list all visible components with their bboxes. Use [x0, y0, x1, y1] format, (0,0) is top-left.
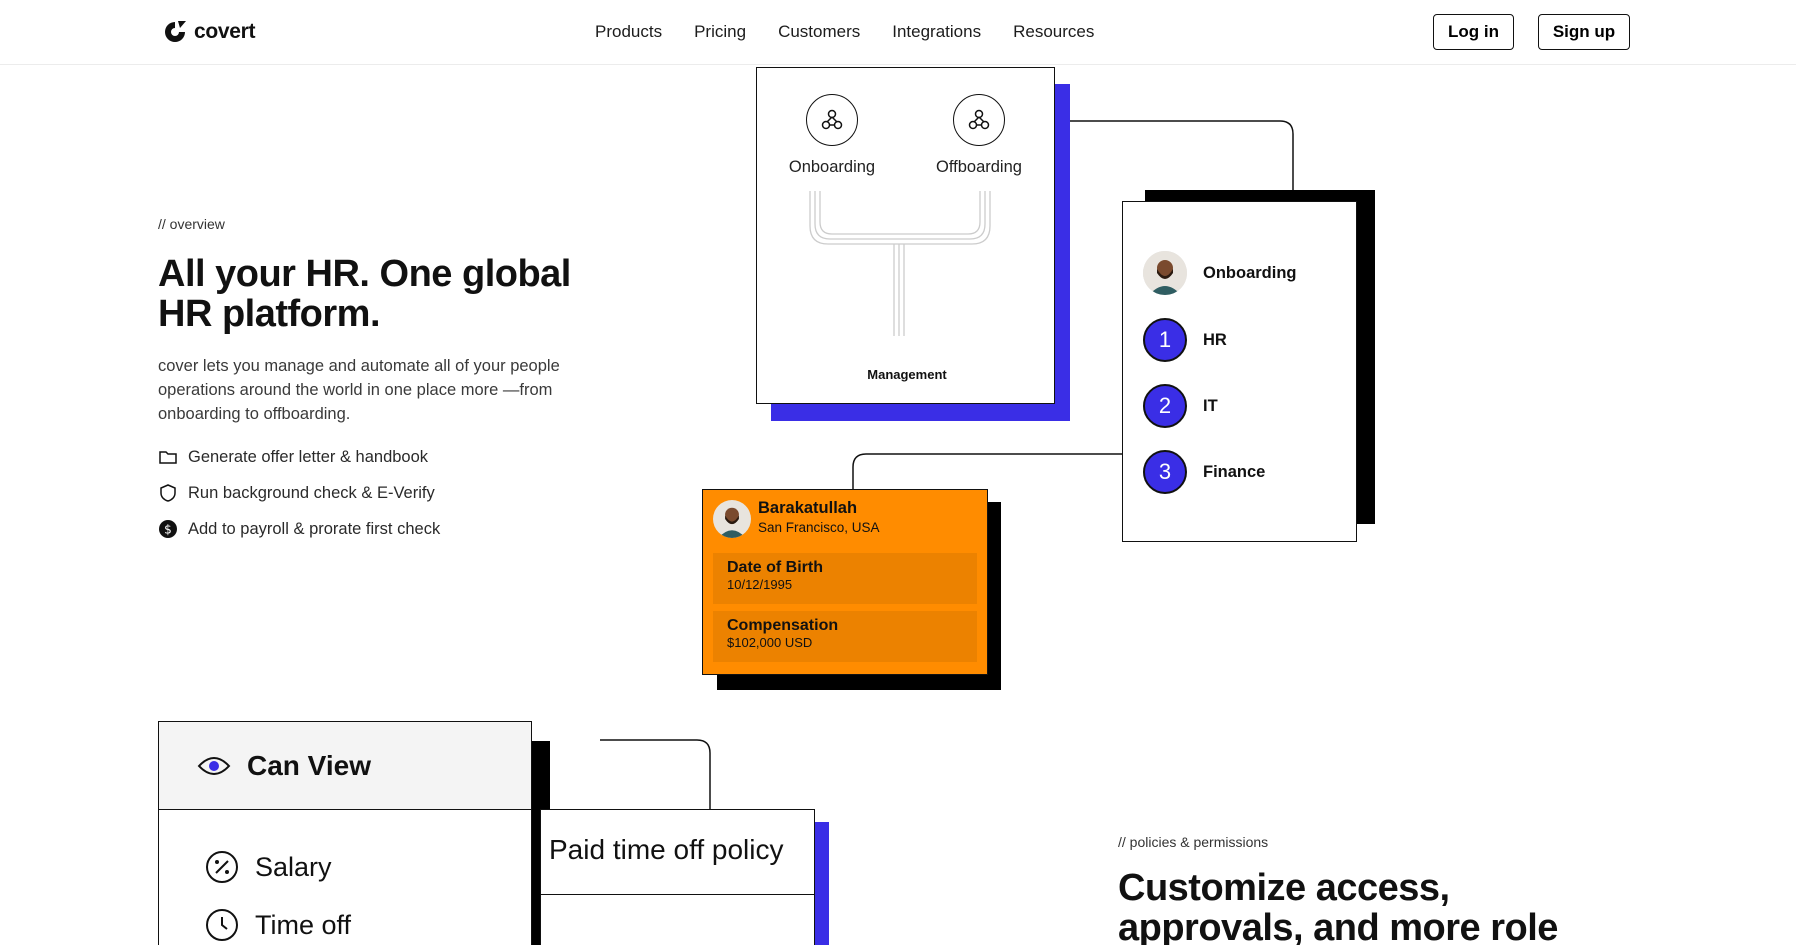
step-number: 3: [1143, 450, 1187, 494]
employee-location: San Francisco, USA: [758, 520, 880, 535]
clock-icon: [206, 909, 238, 941]
step-item: 3 Finance: [1143, 450, 1265, 494]
policy-title: Paid time off policy: [549, 834, 784, 865]
step-number: 2: [1143, 384, 1187, 428]
compensation-label: Compensation: [727, 617, 839, 634]
step-item: 1 HR: [1143, 318, 1227, 362]
step-label: IT: [1203, 396, 1218, 415]
permission-label: Salary: [255, 851, 332, 882]
workflow-right-label: Offboarding: [936, 158, 1022, 176]
card-shadow: [815, 822, 829, 945]
step-item: 2 IT: [1143, 384, 1218, 428]
workflow-bottom-label: Management: [867, 367, 947, 382]
step-label: Finance: [1203, 462, 1266, 481]
dob-label: Date of Birth: [727, 559, 823, 576]
eye-icon: [197, 756, 231, 775]
workflow-icon: [953, 94, 1005, 146]
step-number: 1: [1143, 318, 1187, 362]
workflow-lines: [809, 191, 991, 336]
permissions-card: Can View Salary Time off: [158, 721, 532, 945]
step-header-label: Onboarding: [1203, 263, 1297, 282]
permissions-header: Can View: [159, 722, 531, 810]
percent-icon: [206, 851, 238, 883]
section-title: Customize access, approvals, and more ro…: [1118, 867, 1558, 945]
step-label: HR: [1203, 330, 1227, 349]
permission-label: Time off: [255, 909, 352, 940]
workflow-left-label: Onboarding: [788, 158, 876, 176]
section-eyebrow: // policies & permissions: [1118, 834, 1269, 850]
compensation-field: Compensation $102,000 USD: [713, 611, 977, 662]
dob-field: Date of Birth 10/12/1995: [713, 553, 977, 604]
workflow-icon: [806, 94, 858, 146]
avatar: [713, 500, 751, 538]
policy-card: Paid time off policy: [540, 809, 815, 945]
permission-item: Salary: [205, 850, 332, 884]
permission-item: Time off: [205, 908, 351, 942]
dob-value: 10/12/1995: [727, 577, 793, 592]
compensation-value: $102,000 USD: [727, 635, 813, 650]
employee-card: Barakatullah San Francisco, USA Date of …: [702, 489, 988, 675]
workflow-card: Onboarding Offboarding Management: [756, 67, 1055, 404]
avatar: [1143, 251, 1187, 295]
step-header: Onboarding: [1143, 251, 1297, 295]
permissions-title: Can View: [247, 749, 371, 781]
steps-card: Onboarding 1 HR 2 IT 3 Finance: [1122, 201, 1357, 542]
employee-name: Barakatullah: [758, 499, 858, 517]
divider: [541, 894, 814, 895]
